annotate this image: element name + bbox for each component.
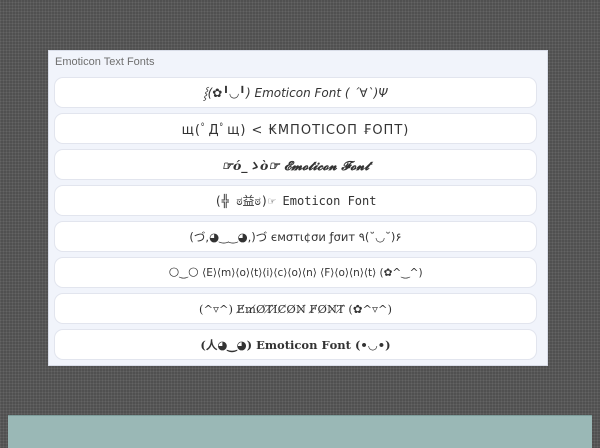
panel-title: Emoticon Text Fonts: [55, 56, 155, 68]
bottom-bar: [8, 415, 592, 448]
font-row[interactable]: 🌕‿🌕 ⟨E⟩⟨m⟩⟨o⟩⟨t⟩⟨i⟩⟨c⟩⟨o⟩⟨n⟩ ⟨F⟩⟨o⟩⟨n⟩⟨t…: [54, 257, 537, 288]
font-row[interactable]: ⸾(✿╹◡╹) Emoticon Font ( ´∀`)Ψ: [54, 77, 537, 108]
font-list: ⸾(✿╹◡╹) Emoticon Font ( ´∀`)Ψ щ(ﾟДﾟщ) < …: [54, 77, 537, 365]
font-row[interactable]: (^▿^) E̸m̸O̸T̸I̸C̸O̸N̸ F̸O̸N̸T̸ (✿^▿^): [54, 293, 537, 324]
font-row[interactable]: (╬ ಠ益ಠ)☞ Emoticon Font: [54, 185, 537, 216]
emoticon-fonts-panel: Emoticon Text Fonts ⸾(✿╹◡╹) Emoticon Fon…: [48, 50, 548, 366]
font-row[interactable]: ☞ό_ゝò☞ 𝓔𝓶𝓸𝓽𝓲𝓬𝓸𝓷 𝓕𝓸𝓷𝓽: [54, 149, 537, 180]
font-row[interactable]: (人◕‿◕) 𝐄𝐦𝐨𝐭𝐢𝐜𝐨𝐧 𝐅𝐨𝐧𝐭 (•◡•): [54, 329, 537, 360]
font-row[interactable]: (づ,◕‿‿◕,)づ ємσтι¢σи ƒσит ٩(˘◡˘)۶: [54, 221, 537, 252]
font-row[interactable]: щ(ﾟДﾟщ) < ₭ΜΠΟΤΙϹΟΠ ₣ΟΠΤ): [54, 113, 537, 144]
